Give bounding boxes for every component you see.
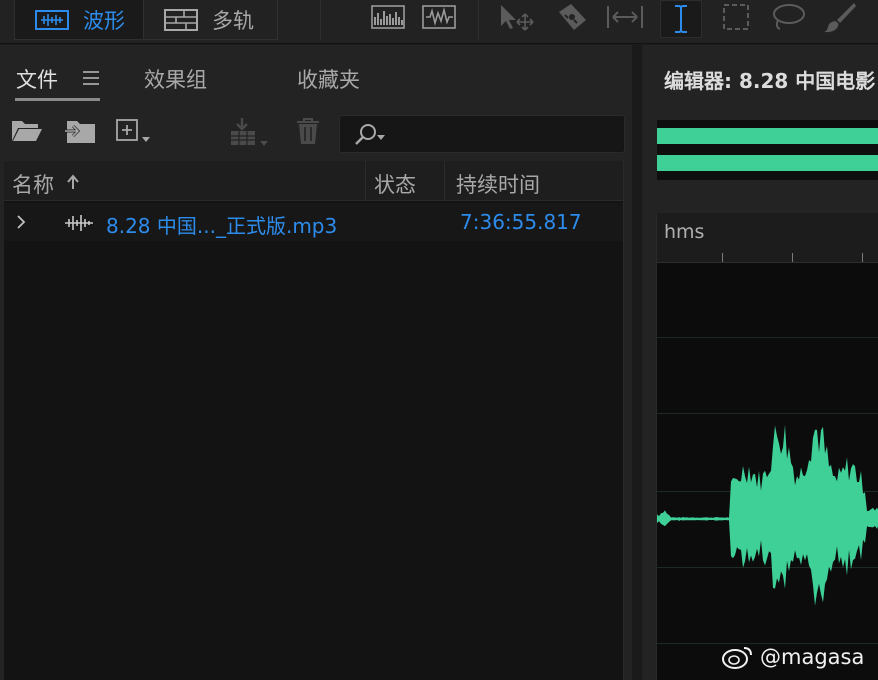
workspace-mode-switch: 波形 多轨 (14, 0, 278, 40)
marquee-tool-icon[interactable] (718, 2, 754, 32)
toolbar-divider (478, 0, 479, 40)
amplitude-gridline (657, 643, 878, 644)
panel-divider[interactable] (632, 45, 642, 680)
file-duration: 7:36:55.817 (460, 210, 582, 234)
column-divider[interactable] (444, 161, 445, 201)
brush-tool-icon[interactable] (822, 2, 858, 33)
ruler-tick (722, 253, 723, 262)
multitrack-mode-button[interactable]: 多轨 (143, 0, 277, 39)
audio-waveform (657, 424, 878, 606)
weibo-logo-icon (722, 647, 752, 669)
multitrack-mode-icon (164, 8, 198, 31)
spectral-display-icon[interactable] (370, 2, 406, 32)
column-header-name[interactable]: 名称 (12, 169, 54, 199)
panel-tabs: 文件 效果组 收藏夹 (0, 45, 632, 105)
tab-files[interactable]: 文件 (16, 64, 58, 94)
time-selection-tool-icon[interactable] (660, 0, 702, 38)
editor-panel: 编辑器: 8.28 中国电影 hms (642, 45, 878, 680)
waveform-mode-button[interactable]: 波形 (15, 0, 143, 39)
files-toolbar (0, 111, 632, 157)
expand-chevron-icon[interactable] (16, 214, 26, 230)
search-input[interactable] (339, 115, 625, 153)
active-tab-indicator (15, 98, 100, 101)
overview-channel-right (657, 155, 878, 171)
ruler-tick (862, 253, 863, 262)
open-folder-icon[interactable] (11, 117, 43, 143)
insert-into-multitrack-icon (231, 118, 268, 146)
ruler-tick (792, 253, 793, 262)
tab-effects-rack[interactable]: 效果组 (144, 64, 207, 94)
move-tool-icon[interactable] (496, 2, 536, 32)
file-row[interactable]: 8.28 中国..._正式版.mp3 7:36:55.817 (4, 203, 623, 241)
panel-menu-icon[interactable] (82, 70, 100, 86)
column-header-duration[interactable]: 持续时间 (456, 169, 540, 199)
toolbar-divider (320, 0, 321, 40)
tab-favorites[interactable]: 收藏夹 (297, 64, 360, 94)
new-file-icon[interactable] (116, 117, 152, 145)
watermark: @magasa (722, 645, 864, 669)
time-ruler-format-label: hms (664, 221, 705, 243)
sort-ascending-icon[interactable] (66, 174, 80, 190)
column-divider[interactable] (365, 161, 366, 201)
files-panel: 文件 效果组 收藏夹 名称 状态 持续时间 8.28 中国..._正式版.mp3 (0, 45, 632, 680)
waveform-display[interactable]: hms (656, 213, 878, 680)
column-header-status[interactable]: 状态 (374, 169, 416, 199)
lasso-tool-icon[interactable] (768, 2, 808, 32)
list-right-border (623, 161, 624, 680)
file-list-header: 名称 状态 持续时间 (4, 161, 623, 201)
razor-tool-icon[interactable] (552, 2, 592, 32)
import-file-icon[interactable] (64, 117, 98, 145)
waveform-mode-icon (35, 9, 69, 30)
file-list: 名称 状态 持续时间 8.28 中国..._正式版.mp3 7:36:55.81… (4, 161, 624, 680)
file-name[interactable]: 8.28 中国..._正式版.mp3 (106, 210, 337, 239)
editor-title[interactable]: 编辑器: 8.28 中国电影 (664, 65, 875, 94)
audio-file-icon (65, 215, 93, 231)
delete-icon (297, 118, 319, 144)
search-icon (355, 124, 385, 145)
overview-waveform[interactable] (657, 120, 878, 180)
overview-channel-left (657, 128, 878, 144)
waveform-mode-label: 波形 (83, 8, 125, 33)
multitrack-mode-label: 多轨 (212, 8, 254, 33)
slip-tool-icon[interactable] (604, 2, 646, 32)
top-toolbar: 波形 多轨 (0, 0, 878, 44)
waveform-display-icon[interactable] (421, 2, 457, 32)
time-ruler[interactable]: hms (657, 213, 878, 263)
amplitude-gridline (657, 337, 878, 338)
watermark-text: @magasa (760, 645, 865, 669)
